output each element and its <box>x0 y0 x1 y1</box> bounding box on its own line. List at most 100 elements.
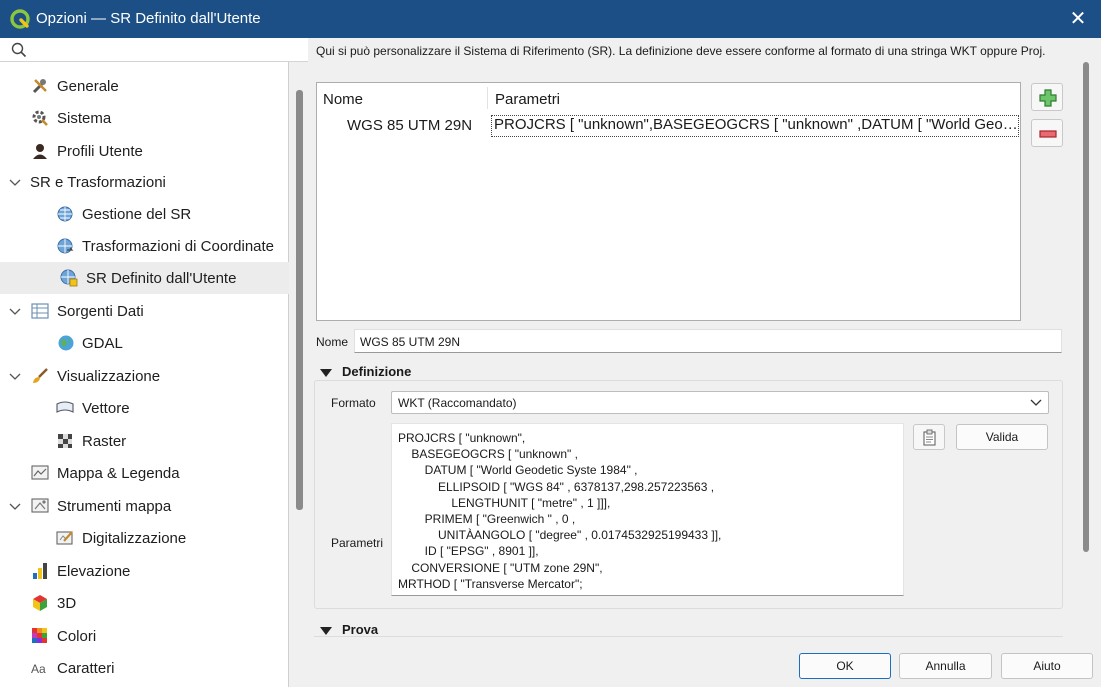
column-header-params[interactable]: Parametri <box>495 91 560 108</box>
format-label: Formato <box>331 396 376 410</box>
definition-header: Definizione <box>342 364 412 379</box>
plus-icon <box>1039 89 1057 107</box>
main-panel: Qui si può personalizzare il Sistema di … <box>308 38 1101 687</box>
sidebar-item-visualizzazione[interactable]: Visualizzazione <box>0 360 289 392</box>
dialog-footer: OK Annulla Aiuto <box>308 645 1101 687</box>
sidebar-item-label: GDAL <box>82 334 123 352</box>
main-scrollbar[interactable] <box>1083 62 1089 552</box>
close-icon[interactable]: ✕ <box>1055 0 1101 38</box>
sidebar-item-sr-trasformazioni[interactable]: SR e Trasformazioni <box>0 166 289 198</box>
sidebar-item-label: Generale <box>57 77 119 95</box>
table-cell-name[interactable]: WGS 85 UTM 29N <box>347 117 472 134</box>
sidebar-item-gdal[interactable]: GDAL <box>0 327 289 359</box>
sidebar-item-label: Sistema <box>57 109 112 127</box>
sidebar-item-caratteri[interactable]: Aa Caratteri <box>0 652 289 684</box>
table-icon <box>31 303 49 319</box>
name-input[interactable]: WGS 85 UTM 29N <box>354 329 1062 353</box>
crs-table[interactable]: Nome Parametri WGS 85 UTM 29N PROJCRS [ … <box>316 82 1021 321</box>
cancel-button[interactable]: Annulla <box>899 653 992 679</box>
sidebar-item-strumenti-mappa[interactable]: Strumenti mappa <box>0 490 289 522</box>
elevation-icon <box>33 563 47 579</box>
sidebar-item-label: Colori <box>57 627 97 645</box>
sidebar-item-label: Trasformazioni di Coordinate <box>82 237 275 255</box>
qgis-logo-icon <box>10 9 30 29</box>
sidebar-item-label: Visualizzazione <box>57 367 161 385</box>
sidebar-item-raster[interactable]: Raster <box>0 425 289 457</box>
chevron-down-icon[interactable] <box>9 176 21 188</box>
sidebar-item-label: Profili Utente <box>57 142 143 160</box>
globe-transform-icon <box>57 238 74 254</box>
sidebar-item-label: Mappa & Legenda <box>57 464 180 482</box>
search-input[interactable] <box>0 38 308 62</box>
format-select-value: WKT (Raccomandato) <box>398 396 517 410</box>
vector-icon <box>56 401 74 413</box>
sidebar-scrollbar[interactable] <box>296 90 303 510</box>
sidebar-item-vettore[interactable]: Vettore <box>0 392 289 424</box>
chevron-down-icon[interactable] <box>9 305 21 317</box>
sidebar-item-label: 3D <box>57 594 77 612</box>
sidebar-item-label: Strumenti mappa <box>57 497 172 515</box>
sidebar-item-colori[interactable]: Colori <box>0 620 289 652</box>
sidebar-item-digitalizzazione[interactable]: Digitalizzazione <box>0 522 289 554</box>
sidebar-item-label: Gestione del SR <box>82 205 192 223</box>
ok-button[interactable]: OK <box>799 653 891 679</box>
column-separator <box>487 87 488 109</box>
chevron-down-icon[interactable] <box>9 370 21 382</box>
sidebar-item-generale[interactable]: Generale <box>0 70 289 102</box>
format-select[interactable]: WKT (Raccomandato) <box>391 391 1049 414</box>
sidebar-item-label: Digitalizzazione <box>82 529 187 547</box>
wkt-textarea[interactable]: PROJCRS [ "unknown", BASEGEOGCRS [ "unkn… <box>391 423 904 596</box>
chevron-down-icon[interactable] <box>9 500 21 512</box>
collapse-triangle-icon <box>320 368 332 377</box>
system-gear-icon <box>32 110 48 126</box>
table-cell-params[interactable]: PROJCRS [ "unknown",BASEGEOGCRS [ "unkno… <box>491 115 1019 137</box>
tools-icon <box>32 79 47 94</box>
font-icon: Aa <box>31 662 46 676</box>
sidebar-item-sr-utente[interactable]: SR Definito dall'Utente <box>0 262 289 294</box>
sidebar-item-label: Caratteri <box>57 659 115 677</box>
name-label: Nome <box>316 335 349 349</box>
options-sidebar: Generale Sistema Profili Utente SR e Tra… <box>0 38 308 687</box>
sidebar-item-label: Elevazione <box>57 562 131 580</box>
column-header-name[interactable]: Nome <box>323 91 363 108</box>
copy-clipboard-icon <box>923 429 936 446</box>
sidebar-item-label: Sorgenti Dati <box>57 302 144 320</box>
help-button[interactable]: Aiuto <box>1001 653 1093 679</box>
validate-button[interactable]: Valida <box>956 424 1048 450</box>
svg-text:Aa: Aa <box>31 662 46 676</box>
sidebar-item-label: Vettore <box>82 399 130 417</box>
title-bar: Opzioni — SR Definito dall'Utente ✕ <box>0 0 1101 38</box>
user-profile-icon <box>33 144 47 159</box>
digitize-icon <box>56 531 73 545</box>
test-section-toggle[interactable]: Prova <box>320 622 378 637</box>
sidebar-item-elevazione[interactable]: Elevazione <box>0 555 289 587</box>
description-text: Qui si può personalizzare il Sistema di … <box>316 44 1046 58</box>
sidebar-item-label: SR Definito dall'Utente <box>86 269 237 287</box>
raster-icon <box>58 434 72 448</box>
globe-icon <box>57 206 73 222</box>
sidebar-item-profili-utente[interactable]: Profili Utente <box>0 135 289 167</box>
copy-button[interactable] <box>913 424 945 450</box>
minus-icon <box>1039 130 1057 138</box>
test-header: Prova <box>342 622 379 637</box>
sidebar-item-sistema[interactable]: Sistema <box>0 102 289 134</box>
map-tools-icon <box>31 498 49 513</box>
remove-crs-button[interactable] <box>1031 119 1063 147</box>
sidebar-item-label: Raster <box>82 432 127 450</box>
globe-user-icon <box>60 269 78 287</box>
cube-3d-icon <box>33 595 47 611</box>
sidebar-item-gestione-sr[interactable]: Gestione del SR <box>0 198 289 230</box>
sidebar-item-trasformazioni-coordinate[interactable]: Trasformazioni di Coordinate <box>0 230 289 262</box>
map-legend-icon <box>31 465 49 480</box>
definition-section-toggle[interactable]: Definizione <box>320 364 411 379</box>
params-label: Parametri <box>331 536 384 550</box>
sidebar-item-mappa-legenda[interactable]: Mappa & Legenda <box>0 457 289 489</box>
color-palette-icon <box>32 628 47 643</box>
brush-icon <box>33 368 48 383</box>
sidebar-item-sorgenti-dati[interactable]: Sorgenti Dati <box>0 295 289 327</box>
sidebar-item-3d[interactable]: 3D <box>0 587 289 619</box>
gdal-globe-icon <box>58 335 74 351</box>
add-crs-button[interactable] <box>1031 83 1063 111</box>
sidebar-item-label: SR e Trasformazioni <box>30 173 166 191</box>
chevron-down-icon <box>1030 399 1042 406</box>
